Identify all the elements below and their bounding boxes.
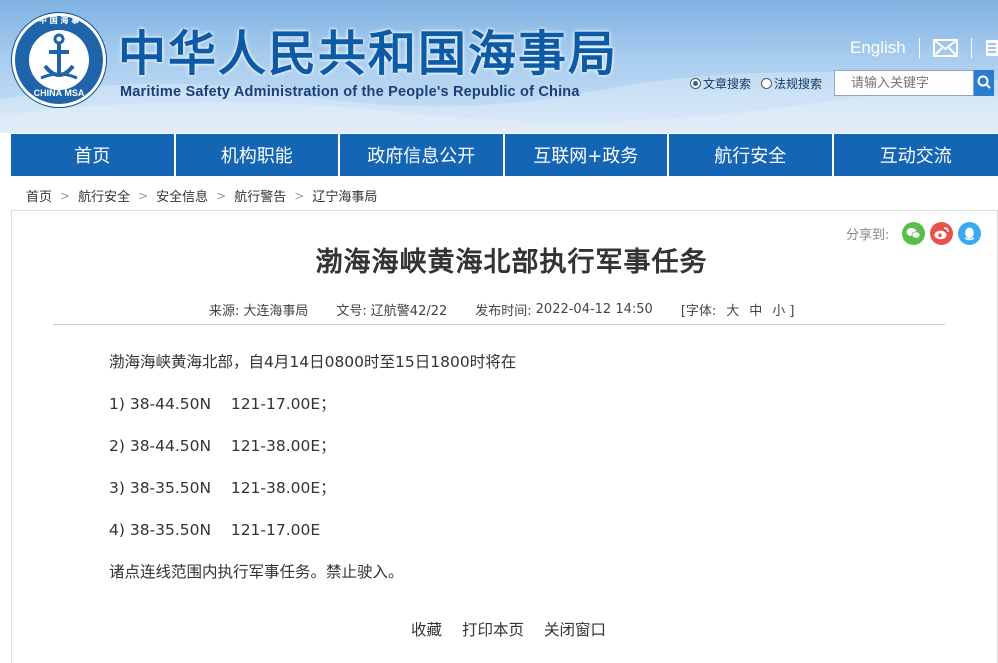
site-subtitle: Maritime Safety Administration of the Pe…	[120, 84, 580, 100]
font-size-large[interactable]: 大	[726, 300, 739, 319]
chevron-right-icon: >	[60, 188, 71, 203]
radio-dot	[761, 77, 773, 89]
nav-item-interaction[interactable]: 互动交流	[834, 134, 998, 176]
chevron-right-icon: >	[294, 188, 305, 203]
nav-item-navigation-safety[interactable]: 航行安全	[669, 134, 834, 176]
top-links: English	[850, 37, 998, 59]
article-actions: 收藏 打印本页 关闭窗口	[411, 618, 626, 640]
nav-item-internet-gov[interactable]: 互联网+政务	[505, 134, 669, 176]
doc-number-value: 辽航警42/22	[370, 304, 448, 319]
publish-date-label: 发布时间:	[475, 304, 532, 319]
radio-law-search[interactable]: 法规搜索	[761, 75, 822, 92]
site-title: 中华人民共和国海事局	[118, 26, 619, 82]
source-label: 来源:	[209, 304, 240, 319]
paragraph: 渤海海峡黄海北部，自4月14日0800时至15日1800时将在	[109, 353, 517, 371]
breadcrumb-liaoning-msa[interactable]: 辽宁海事局	[312, 186, 377, 205]
breadcrumb-home[interactable]: 首页	[26, 186, 52, 205]
paragraph: 3) 38-35.50N 121-38.00E；	[109, 479, 336, 497]
paragraph: 4) 38-35.50N 121-17.00E	[109, 521, 321, 539]
english-link[interactable]: English	[850, 38, 906, 58]
search-icon	[977, 75, 991, 89]
msa-logo[interactable]: 中 国 海 事 CHINA MSA	[12, 13, 106, 107]
search-bar: 文章搜索 法规搜索	[690, 70, 995, 96]
main-nav: 首页 机构职能 政府信息公开 互联网+政务 航行安全 互动交流	[11, 134, 998, 176]
radio-article-search[interactable]: 文章搜索	[690, 75, 751, 92]
breadcrumb-safety-info[interactable]: 安全信息	[156, 186, 208, 205]
logo-text: CHINA MSA	[33, 88, 85, 98]
close-window-link[interactable]: 关闭窗口	[544, 618, 606, 640]
source-value: 大连海事局	[243, 304, 309, 319]
publish-date-value: 2022-04-12 14:50	[535, 302, 653, 317]
logo-text-top: 中 国 海 事	[38, 16, 80, 25]
breadcrumb-navigation-safety[interactable]: 航行安全	[78, 186, 130, 205]
radio-dot-selected	[690, 77, 701, 89]
paragraph: 诸点连线范围内执行军事任务。禁止驶入。	[109, 563, 404, 581]
divider	[970, 38, 972, 58]
doc-number-label: 文号:	[336, 304, 367, 319]
article-body: 渤海海峡黄海北部，自4月14日0800时至15日1800时将在 1) 38-44…	[109, 350, 516, 602]
paragraph: 1) 38-44.50N 121-17.00E；	[109, 395, 336, 413]
font-size-small[interactable]: 小 ]	[772, 300, 794, 319]
breadcrumb-navigation-warning[interactable]: 航行警告	[234, 186, 286, 205]
breadcrumb: 首页 > 航行安全 > 安全信息 > 航行警告 > 辽宁海事局	[26, 186, 377, 206]
meta-divider	[53, 324, 945, 325]
nav-item-home[interactable]: 首页	[11, 134, 176, 176]
article-title: 渤海海峡黄海北部执行军事任务	[315, 247, 708, 278]
radio-label: 法规搜索	[774, 76, 823, 91]
search-button[interactable]	[974, 70, 995, 96]
chevron-right-icon: >	[138, 188, 149, 203]
print-link[interactable]: 打印本页	[462, 618, 524, 640]
nav-item-functions[interactable]: 机构职能	[176, 134, 340, 176]
chevron-right-icon: >	[216, 188, 227, 203]
search-input[interactable]	[834, 70, 975, 96]
favorite-link[interactable]: 收藏	[411, 618, 442, 640]
mail-icon[interactable]	[932, 39, 958, 57]
nav-item-gov-info[interactable]: 政府信息公开	[340, 134, 505, 176]
book-icon[interactable]	[985, 39, 998, 57]
font-size-medium[interactable]: 中	[749, 300, 762, 319]
site-header: 中 国 海 事 CHINA MSA 中华人民共和国海事局 Maritime Sa…	[0, 0, 998, 133]
paragraph: 2) 38-44.50N 121-38.00E；	[109, 437, 336, 455]
font-size-label: [字体:	[680, 304, 717, 319]
article-meta: 来源: 大连海事局 文号: 辽航警42/22 发布时间: 2022-04-12 …	[209, 300, 799, 319]
radio-label: 文章搜索	[703, 76, 752, 91]
divider	[918, 38, 920, 58]
